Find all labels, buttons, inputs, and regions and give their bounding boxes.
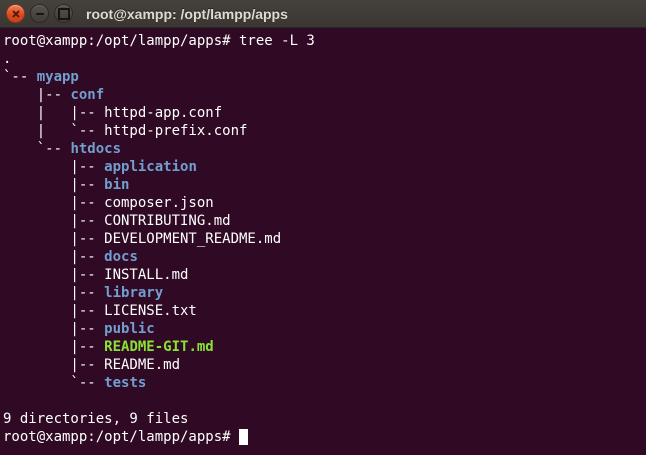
terminal-window: root@xampp: /opt/lampp/apps root@xampp:/… xyxy=(0,0,646,455)
terminal-line xyxy=(3,392,644,410)
terminal-line: |-- INSTALL.md xyxy=(3,266,644,284)
directory-name: public xyxy=(104,321,155,337)
terminal-line: `-- myapp xyxy=(3,68,644,86)
terminal-text: |-- xyxy=(3,339,104,355)
title-bar[interactable]: root@xampp: /opt/lampp/apps xyxy=(0,0,646,28)
terminal-line: root@xampp:/opt/lampp/apps# xyxy=(3,428,644,446)
terminal-line: |-- README-GIT.md xyxy=(3,338,644,356)
directory-name: library xyxy=(104,285,163,301)
terminal-line: |-- docs xyxy=(3,248,644,266)
terminal-text: |-- xyxy=(3,249,104,265)
terminal-text: `-- xyxy=(3,69,37,85)
maximize-button[interactable] xyxy=(54,4,73,23)
terminal-text: | |-- httpd-app.conf xyxy=(3,105,222,121)
window-title: root@xampp: /opt/lampp/apps xyxy=(86,6,288,22)
terminal-text: |-- LICENSE.txt xyxy=(3,303,197,319)
directory-name: myapp xyxy=(37,69,79,85)
terminal-line: |-- LICENSE.txt xyxy=(3,302,644,320)
close-button[interactable] xyxy=(6,4,25,23)
terminal-line: | `-- httpd-prefix.conf xyxy=(3,122,644,140)
terminal-text: |-- composer.json xyxy=(3,195,214,211)
terminal-text: |-- xyxy=(3,87,70,103)
text-cursor xyxy=(239,429,248,445)
terminal-text: `-- xyxy=(3,375,104,391)
terminal-text: |-- xyxy=(3,321,104,337)
terminal-text: . xyxy=(3,51,11,67)
terminal-output[interactable]: root@xampp:/opt/lampp/apps# tree -L 3.`-… xyxy=(0,28,646,455)
terminal-text: |-- xyxy=(3,285,104,301)
directory-name: tests xyxy=(104,375,146,391)
directory-name: bin xyxy=(104,177,129,193)
terminal-text: |-- README.md xyxy=(3,357,180,373)
terminal-text: root@xampp:/opt/lampp/apps# tree -L 3 xyxy=(3,33,315,49)
terminal-text: |-- xyxy=(3,177,104,193)
terminal-line: |-- public xyxy=(3,320,644,338)
terminal-line: |-- application xyxy=(3,158,644,176)
terminal-text: 9 directories, 9 files xyxy=(3,411,188,427)
terminal-line: `-- tests xyxy=(3,374,644,392)
terminal-line: 9 directories, 9 files xyxy=(3,410,644,428)
executable-file-name: README-GIT.md xyxy=(104,339,214,355)
terminal-text: `-- xyxy=(3,141,70,157)
directory-name: htdocs xyxy=(70,141,121,157)
terminal-line: |-- CONTRIBUTING.md xyxy=(3,212,644,230)
terminal-line: `-- htdocs xyxy=(3,140,644,158)
directory-name: docs xyxy=(104,249,138,265)
minimize-button[interactable] xyxy=(30,4,49,23)
terminal-text: |-- xyxy=(3,159,104,175)
terminal-line: |-- library xyxy=(3,284,644,302)
terminal-text: |-- INSTALL.md xyxy=(3,267,188,283)
terminal-line: |-- DEVELOPMENT_README.md xyxy=(3,230,644,248)
terminal-text: root@xampp:/opt/lampp/apps# xyxy=(3,429,239,445)
terminal-line: . xyxy=(3,50,644,68)
terminal-line: root@xampp:/opt/lampp/apps# tree -L 3 xyxy=(3,32,644,50)
terminal-line: |-- composer.json xyxy=(3,194,644,212)
directory-name: application xyxy=(104,159,197,175)
terminal-text: | `-- httpd-prefix.conf xyxy=(3,123,247,139)
terminal-text: |-- DEVELOPMENT_README.md xyxy=(3,231,281,247)
terminal-line: | |-- httpd-app.conf xyxy=(3,104,644,122)
terminal-line: |-- README.md xyxy=(3,356,644,374)
directory-name: conf xyxy=(70,87,104,103)
terminal-text: |-- CONTRIBUTING.md xyxy=(3,213,231,229)
terminal-line: |-- conf xyxy=(3,86,644,104)
terminal-line: |-- bin xyxy=(3,176,644,194)
